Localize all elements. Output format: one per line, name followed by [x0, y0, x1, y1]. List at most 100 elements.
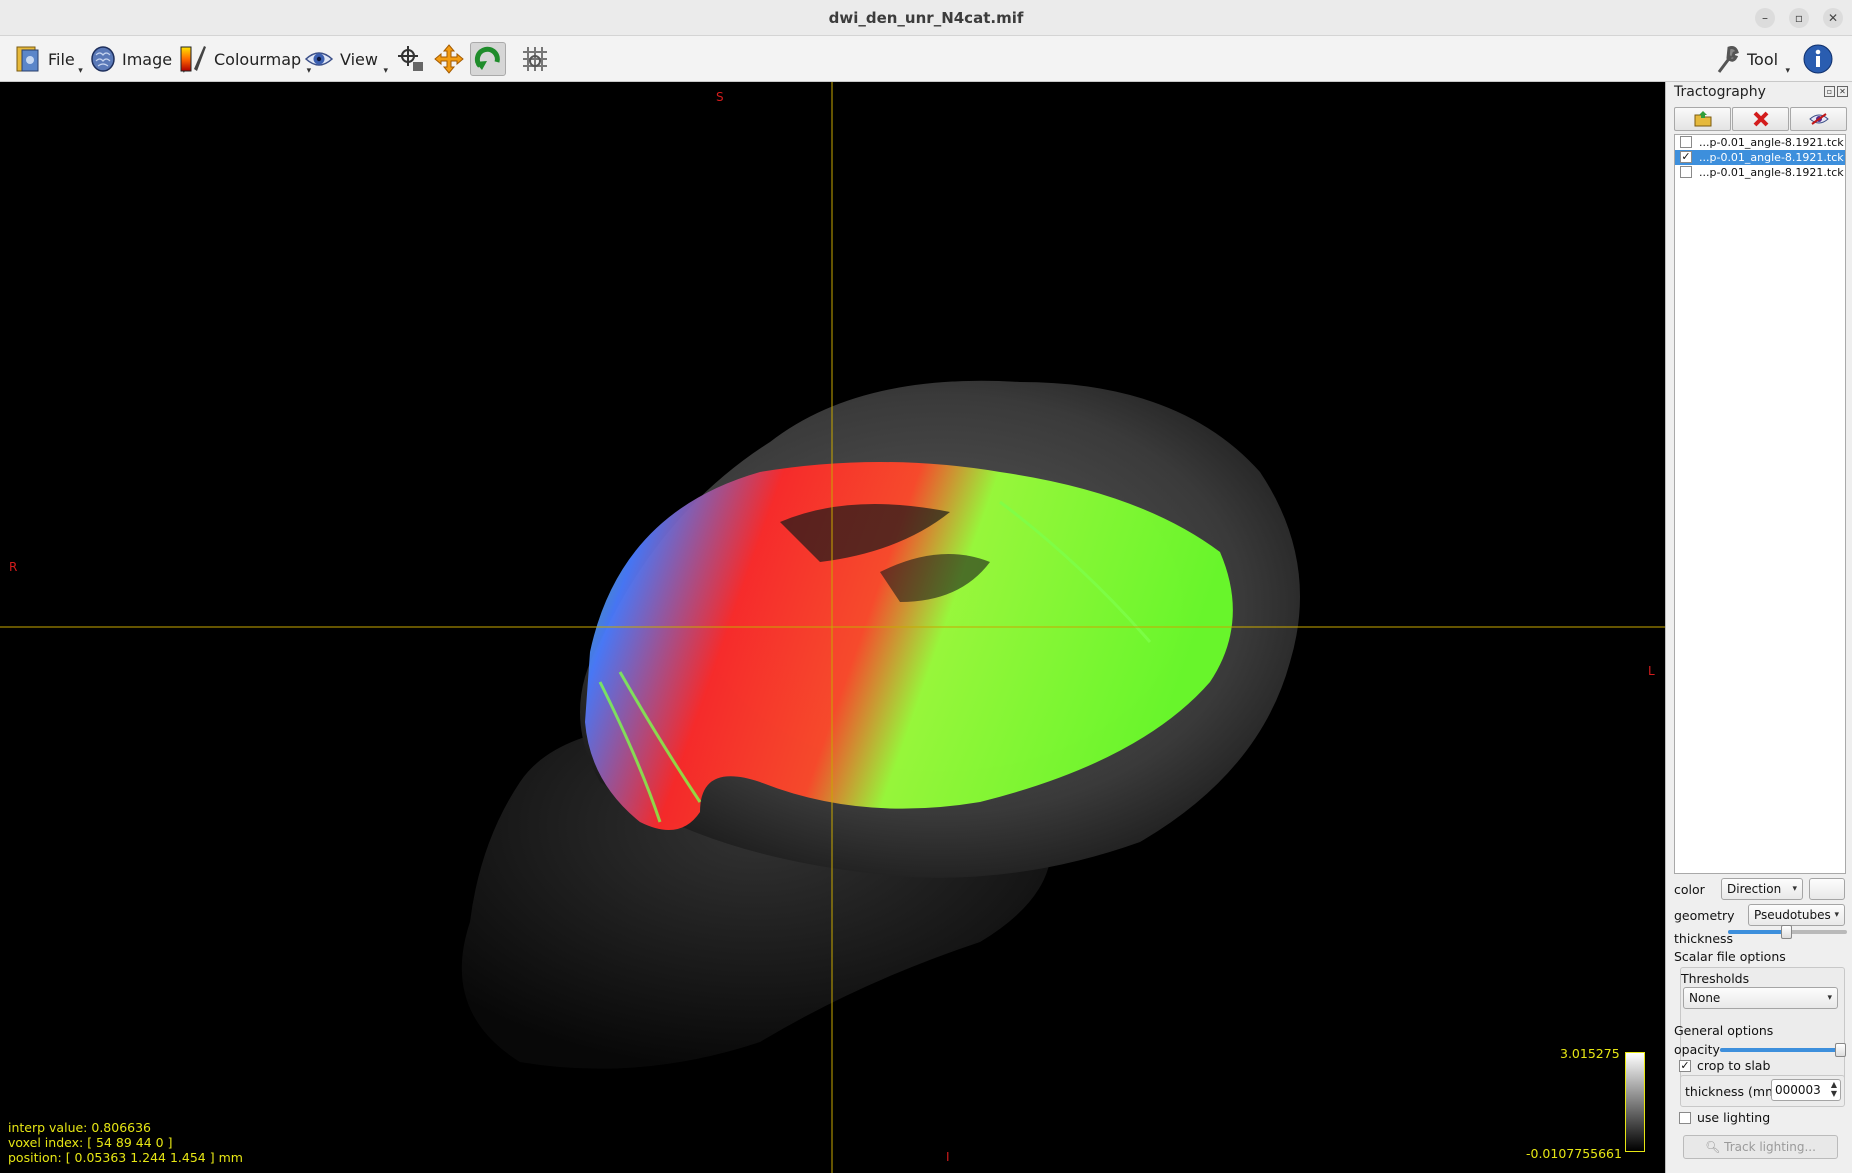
spin-arrows-icon: ▲ ▼ — [1830, 1080, 1837, 1098]
view-menu-label: View — [340, 49, 378, 69]
image-menu-button[interactable]: Image ▾ — [90, 41, 186, 77]
track-name: ...p-0.01_angle-8.1921.tck — [1699, 136, 1844, 149]
tool-menu-label: Tool — [1747, 49, 1779, 69]
move-arrows-icon — [434, 44, 464, 74]
thickness-label: thickness — [1674, 931, 1734, 946]
hidden-eye-icon — [1808, 113, 1829, 125]
track-visibility-checkbox[interactable]: ✓ — [1680, 151, 1692, 163]
info-button[interactable] — [1800, 42, 1836, 76]
colorbar — [1625, 1052, 1645, 1152]
open-tracks-button[interactable] — [1674, 107, 1731, 131]
track-visibility-checkbox[interactable] — [1680, 136, 1692, 148]
thresholds-label: Thresholds — [1681, 971, 1750, 986]
panel-title: Tractography — [1674, 84, 1766, 100]
opacity-label: opacity — [1674, 1042, 1720, 1057]
orientation-label-right: L — [1648, 664, 1655, 678]
main-toolbar: File ▾ Image ▾ Colourmap ▾ — [0, 36, 1852, 82]
colorbar-min-label: -0.0107755661 — [1526, 1146, 1622, 1161]
colourmap-menu-button[interactable]: Colourmap ▾ — [178, 41, 311, 77]
thickness-slider-fill — [1728, 930, 1788, 934]
eye-icon — [304, 52, 334, 66]
position-text: position: [ 0.05363 1.244 1.454 ] mm — [8, 1150, 243, 1165]
folder-book-icon — [16, 46, 39, 72]
brain-icon — [91, 46, 115, 72]
colourmap-menu-label: Colourmap — [214, 49, 302, 69]
general-options-label: General options — [1674, 1023, 1774, 1038]
minimize-button[interactable]: – — [1755, 8, 1775, 28]
tool-menu-button[interactable]: Tool ▾ — [1715, 41, 1790, 77]
track-list[interactable]: ...p-0.01_angle-8.1921.tck ✓ ...p-0.01_a… — [1674, 134, 1846, 874]
colour-swatch-button[interactable] — [1809, 878, 1845, 900]
color-label: color — [1674, 882, 1705, 897]
readout-info: interp value: 0.806636 voxel index: [ 54… — [8, 1120, 243, 1165]
mrview-window: dwi_den_unr_N4cat.mif – ▫ ✕ File ▾ Image… — [0, 0, 1852, 1173]
view-menu-button[interactable]: View ▾ — [304, 41, 388, 77]
grid-icon — [523, 47, 547, 71]
dropdown-arrow-icon: ▾ — [1792, 884, 1797, 894]
close-panel-icon[interactable]: ✕ — [1837, 86, 1848, 97]
window-title: dwi_den_unr_N4cat.mif — [828, 9, 1024, 27]
rotate-tool-button[interactable] — [470, 42, 506, 76]
float-panel-icon[interactable]: ▫ — [1824, 86, 1835, 97]
thickness-slider-handle[interactable] — [1781, 925, 1792, 939]
file-menu-button[interactable]: File ▾ — [14, 41, 83, 77]
tractography-panel: Tractography ▫ ✕ ...p-0.01_angle-8.1921.… — [1665, 82, 1852, 1173]
dropdown-arrow-icon: ▾ — [78, 66, 83, 76]
geometry-label: geometry — [1674, 908, 1735, 923]
color-mode-value: Direction — [1727, 882, 1782, 896]
image-menu-label: Image — [122, 49, 173, 69]
dropdown-arrow-icon: ▾ — [1785, 66, 1791, 76]
brain-volume-render — [0, 82, 1665, 1173]
render-viewport[interactable]: S I R L interp value: 0.806636 voxel ind… — [0, 82, 1665, 1173]
rotate-arrow-icon — [474, 46, 500, 70]
hide-tracks-button[interactable] — [1790, 107, 1847, 131]
color-mode-dropdown[interactable]: Direction ▾ — [1721, 878, 1803, 900]
geometry-dropdown[interactable]: Pseudotubes ▾ — [1748, 904, 1845, 926]
restore-button[interactable]: ▫ — [1789, 8, 1809, 28]
track-item[interactable]: ...p-0.01_angle-8.1921.tck — [1675, 135, 1845, 150]
track-lighting-button[interactable]: 🔍︎ Track lighting... — [1683, 1135, 1838, 1159]
dropdown-arrow-icon: ▾ — [1827, 993, 1832, 1003]
opacity-slider[interactable] — [1720, 1043, 1846, 1057]
crop-to-slab-checkbox[interactable]: ✓ — [1679, 1060, 1691, 1072]
opacity-slider-fill — [1720, 1048, 1846, 1052]
wrench-icon — [1717, 46, 1739, 73]
crosshair-tool-button[interactable] — [393, 42, 429, 76]
close-tracks-button[interactable] — [1732, 107, 1789, 131]
thickness-slider[interactable] — [1728, 925, 1847, 939]
roi-grid-tool-button[interactable] — [517, 42, 553, 76]
dropdown-arrow-icon: ▾ — [1834, 910, 1839, 920]
thresholds-value: None — [1689, 991, 1721, 1005]
colourmap-icon — [180, 46, 206, 72]
red-x-icon — [1753, 111, 1768, 127]
open-folder-icon — [1694, 111, 1711, 127]
track-visibility-checkbox[interactable] — [1680, 166, 1692, 178]
lightbulb-icon: 🔍︎ — [1705, 1140, 1721, 1154]
title-bar: dwi_den_unr_N4cat.mif – ▫ ✕ — [0, 0, 1852, 36]
voxel-index-text: voxel index: [ 54 89 44 0 ] — [8, 1135, 173, 1150]
orientation-label-left: R — [9, 560, 18, 574]
slab-thickness-value: 000003 — [1775, 1083, 1821, 1097]
panel-controls: ▫ ✕ — [1824, 86, 1848, 97]
crop-to-slab-label: crop to slab — [1697, 1058, 1771, 1073]
crosshair-icon — [398, 46, 423, 71]
slab-thickness-spinbox[interactable]: 000003 ▲ ▼ — [1771, 1079, 1841, 1101]
info-icon — [1803, 44, 1833, 74]
close-window-button[interactable]: ✕ — [1823, 8, 1843, 28]
colorbar-max-label: 3.015275 — [1560, 1046, 1620, 1061]
opacity-slider-handle[interactable] — [1835, 1043, 1846, 1057]
dropdown-arrow-icon: ▾ — [383, 66, 388, 76]
thresholds-dropdown[interactable]: None ▾ — [1683, 987, 1838, 1009]
interp-value-text: interp value: 0.806636 — [8, 1120, 152, 1135]
track-name: ...p-0.01_angle-8.1921.tck — [1699, 166, 1844, 179]
pan-tool-button[interactable] — [431, 42, 467, 76]
track-item[interactable]: ✓ ...p-0.01_angle-8.1921.tck — [1675, 150, 1845, 165]
use-lighting-label: use lighting — [1697, 1110, 1771, 1125]
track-lighting-label: Track lighting... — [1724, 1140, 1816, 1154]
use-lighting-checkbox[interactable] — [1679, 1112, 1691, 1124]
slab-thickness-label: thickness (mm) — [1685, 1084, 1783, 1099]
file-menu-label: File — [48, 49, 75, 69]
orientation-label-top: S — [716, 90, 724, 104]
orientation-label-bottom: I — [946, 1150, 950, 1164]
track-item[interactable]: ...p-0.01_angle-8.1921.tck — [1675, 165, 1845, 180]
